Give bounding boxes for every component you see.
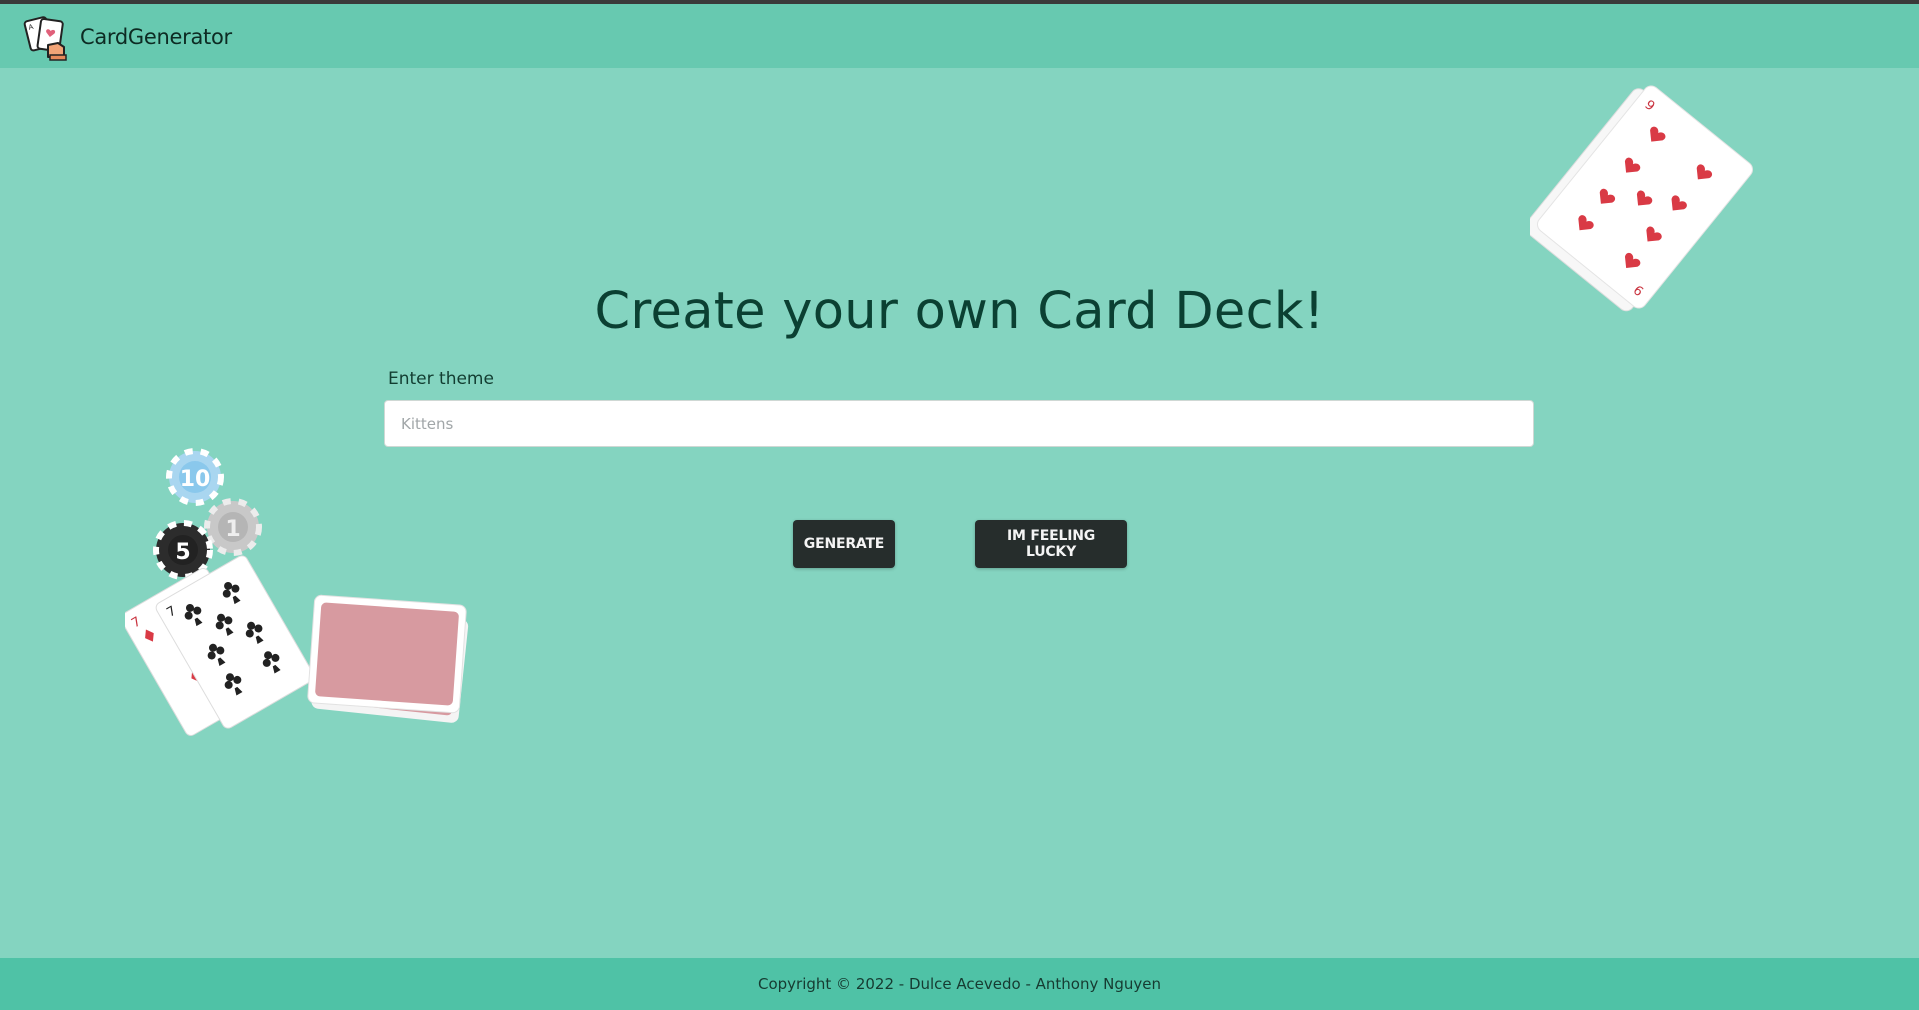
playing-cards-hand-icon: A xyxy=(22,12,72,62)
theme-label: Enter theme xyxy=(388,369,494,389)
copyright-text: Copyright © 2022 - Dulce Acevedo - Antho… xyxy=(758,975,1161,993)
brand-name: CardGenerator xyxy=(80,25,232,49)
chip-5-label: 5 xyxy=(175,540,190,565)
chip-1-label: 1 xyxy=(225,517,240,542)
poker-chips-and-cards-icon: 10 1 5 7 7 xyxy=(120,447,475,751)
chip-10-label: 10 xyxy=(180,467,211,492)
navbar: A CardGenerator xyxy=(0,4,1919,68)
generate-button[interactable]: GENERATE xyxy=(793,520,895,568)
brand-link[interactable]: A CardGenerator xyxy=(22,12,232,62)
footer: Copyright © 2022 - Dulce Acevedo - Antho… xyxy=(0,958,1919,1010)
feeling-lucky-button[interactable]: IM FEELING LUCKY xyxy=(975,520,1127,568)
theme-input[interactable] xyxy=(384,400,1534,447)
page-title: Create your own Card Deck! xyxy=(594,282,1325,341)
